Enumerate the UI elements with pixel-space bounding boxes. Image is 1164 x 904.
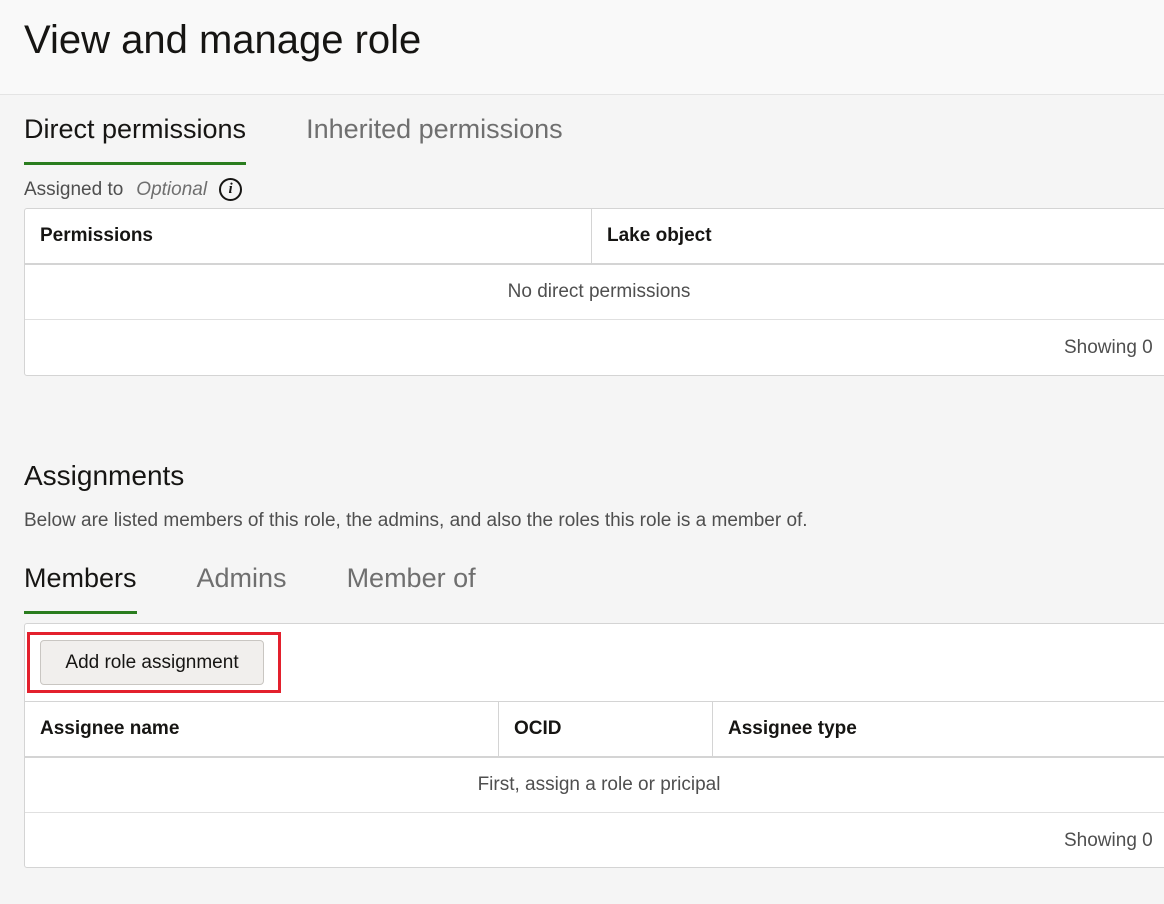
assignments-tabs: Members Admins Member of [24, 563, 476, 614]
tab-inherited-permissions[interactable]: Inherited permissions [306, 114, 563, 145]
assigned-to-filter: Assigned to Optional i [24, 178, 243, 201]
tab-members[interactable]: Members [24, 563, 137, 614]
tab-direct-permissions[interactable]: Direct permissions [24, 114, 247, 165]
permissions-table: Permissions Lake object No direct permis… [24, 208, 1164, 376]
pagination-status: Showing 0 [1064, 829, 1153, 851]
table-header: Assignee name OCID Assignee type [25, 702, 1164, 758]
tab-admins[interactable]: Admins [197, 563, 287, 594]
empty-message: No direct permissions [25, 265, 1164, 320]
assigned-to-label: Assigned to [24, 178, 124, 200]
column-header-permissions[interactable]: Permissions [25, 209, 591, 263]
add-role-assignment-button[interactable]: Add role assignment [40, 640, 264, 685]
tab-member-of[interactable]: Member of [347, 563, 476, 594]
permissions-tabs: Direct permissions Inherited permissions [24, 114, 563, 165]
column-header-lake-object[interactable]: Lake object [591, 209, 1164, 263]
info-icon[interactable]: i [219, 178, 243, 201]
column-header-ocid[interactable]: OCID [498, 702, 712, 756]
empty-message: First, assign a role or pricipal [25, 758, 1164, 813]
column-header-assignee-type[interactable]: Assignee type [712, 702, 1164, 756]
table-footer: Showing 0 [25, 813, 1164, 868]
pagination-status: Showing 0 [1064, 336, 1153, 358]
assignments-title: Assignments [24, 460, 185, 491]
page-header: View and manage role [0, 0, 1164, 95]
table-header: Permissions Lake object [25, 209, 1164, 265]
table-footer: Showing 0 [25, 320, 1164, 375]
assignments-description: Below are listed members of this role, t… [24, 510, 808, 531]
optional-label: Optional [136, 178, 208, 200]
page-title: View and manage role [24, 18, 422, 62]
column-header-assignee-name[interactable]: Assignee name [25, 702, 498, 756]
